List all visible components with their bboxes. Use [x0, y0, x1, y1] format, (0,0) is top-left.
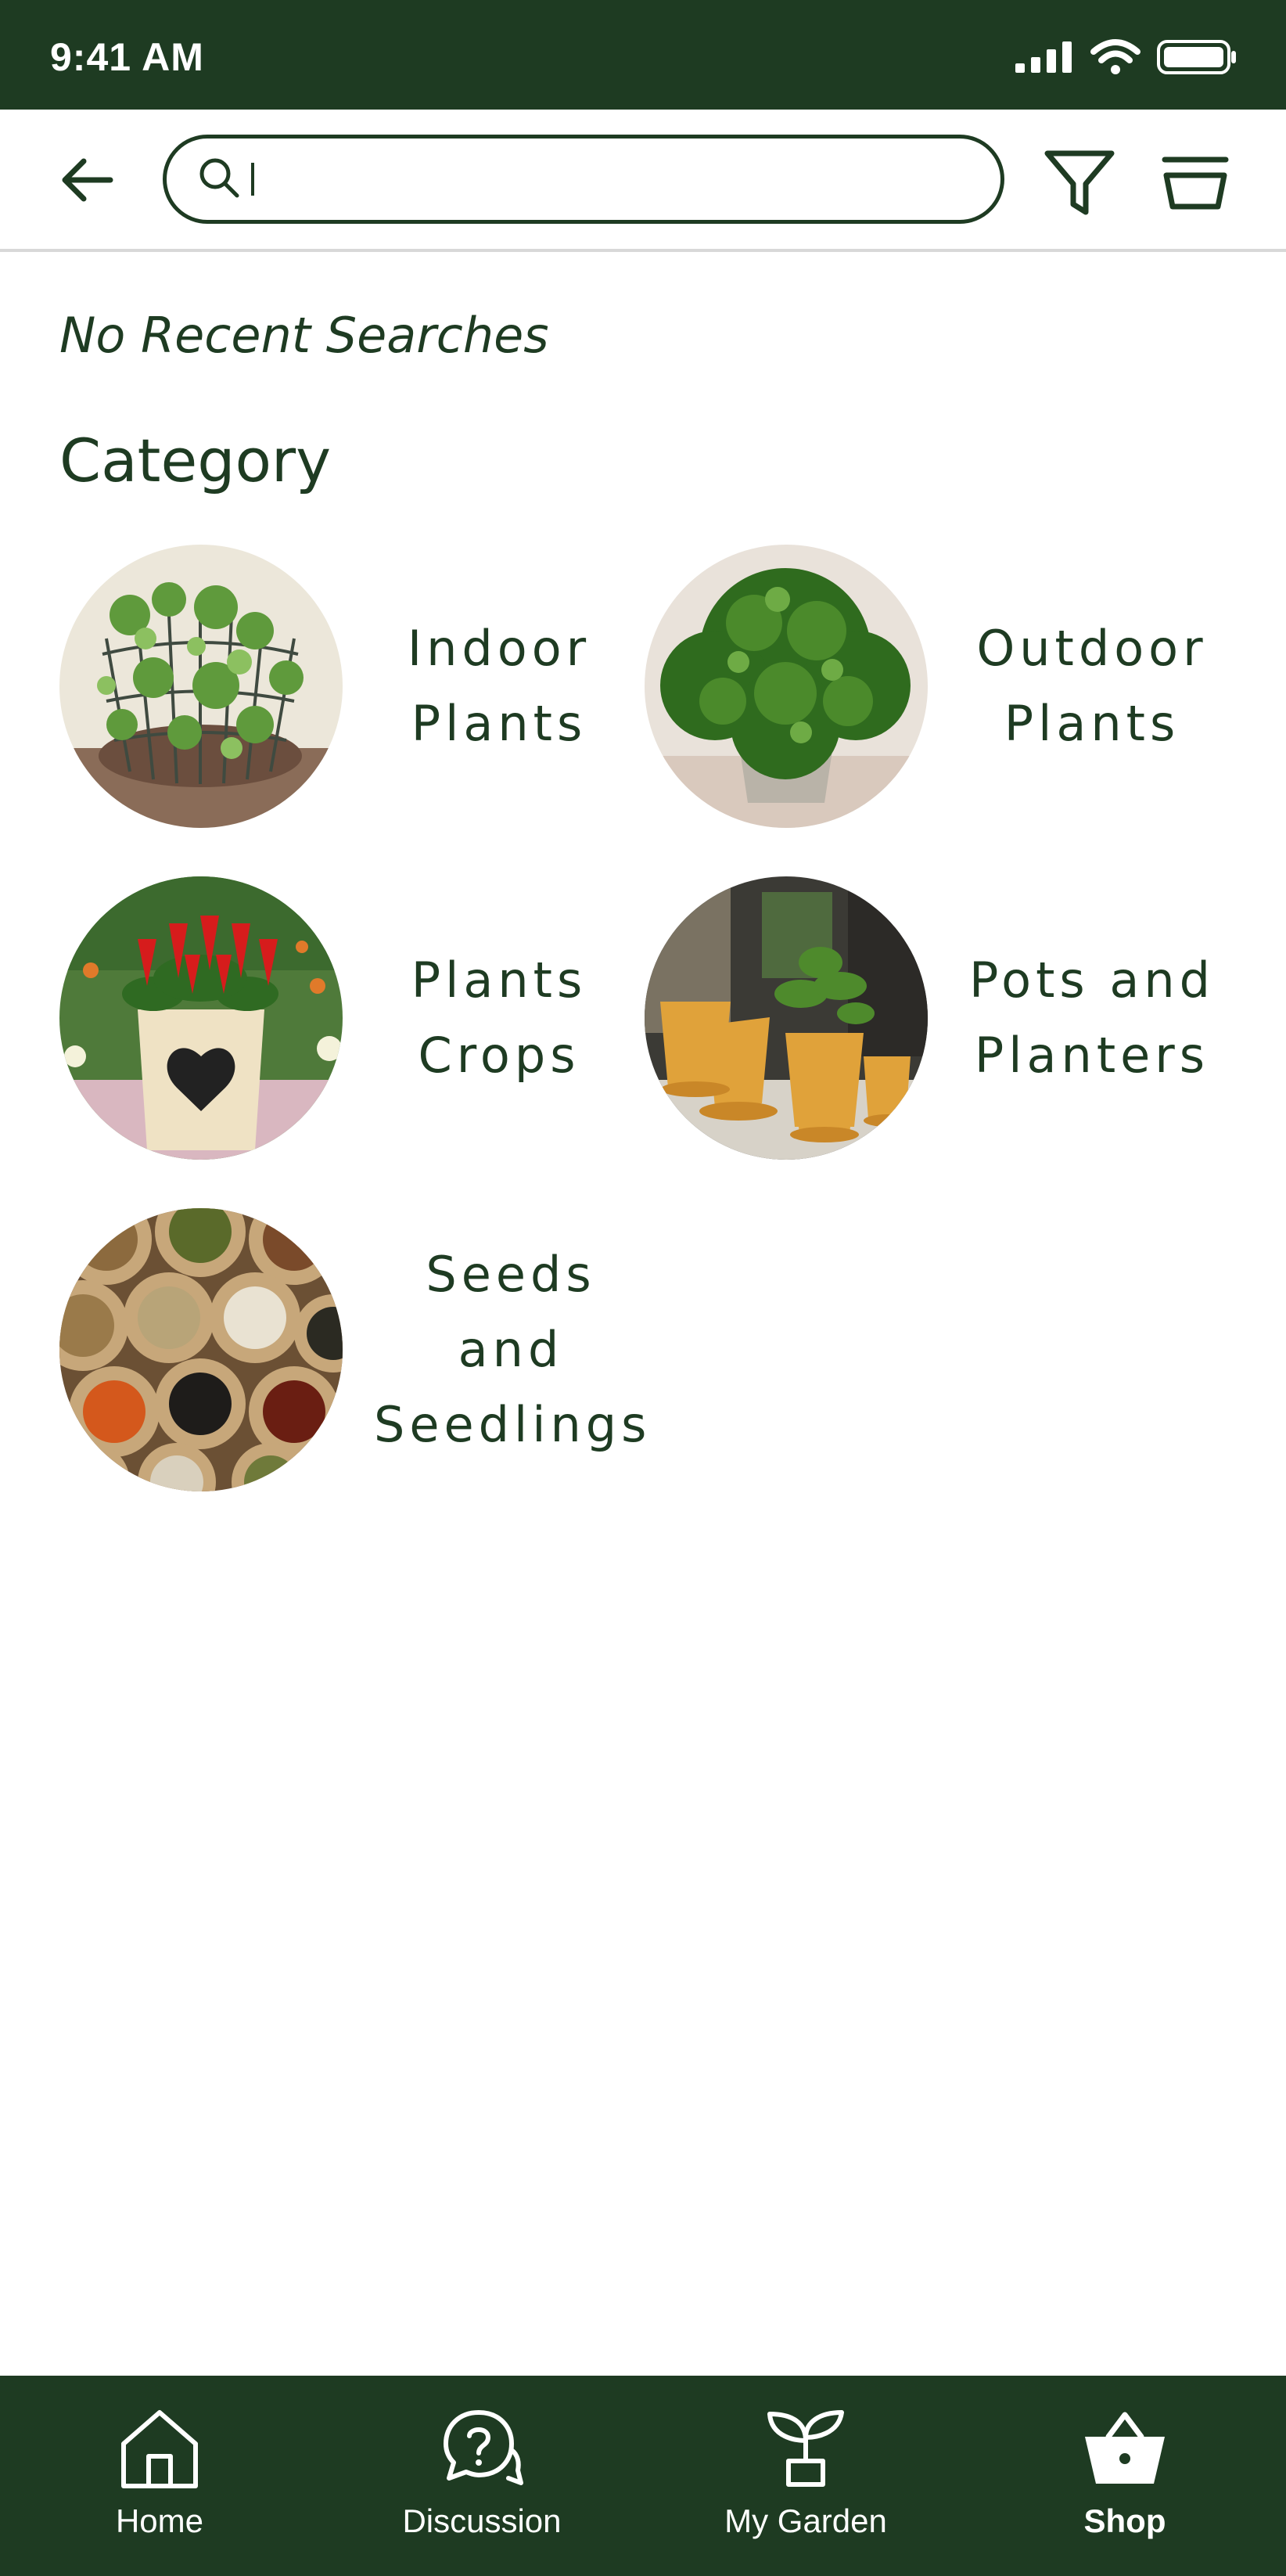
signal-icon [1015, 41, 1075, 77]
no-recent-searches: No Recent Searches [59, 307, 549, 364]
category-label: Pots and Planters [968, 952, 1216, 1084]
category-plants-crops[interactable]: Plants Crops [59, 876, 601, 1160]
search-header [0, 110, 1286, 252]
nav-label-active: Shop [1083, 2502, 1166, 2539]
category-heading: Category [59, 426, 332, 495]
category-indoor-plants[interactable]: Indoor Plants [59, 545, 601, 828]
search-bar[interactable] [163, 135, 1004, 224]
nav-item-home[interactable]: Home [42, 2404, 277, 2540]
basket-icon [1162, 155, 1229, 215]
shop-basket-icon [1082, 2404, 1168, 2495]
home-icon [119, 2404, 200, 2495]
category-label: Outdoor Plants [976, 620, 1208, 752]
indoor-plants-image [59, 545, 343, 828]
search-screen: 9:41 AM No Recent Searches Category Indo… [0, 0, 1286, 2576]
search-input[interactable] [270, 158, 974, 200]
filter-button[interactable] [1040, 146, 1119, 224]
outdoor-plants-image [645, 545, 928, 828]
category-seeds-and-seedlings[interactable]: Seeds and Seedlings [59, 1208, 648, 1491]
battery-icon [1156, 39, 1238, 79]
status-bar: 9:41 AM [0, 0, 1286, 110]
discussion-icon [440, 2404, 524, 2495]
category-pots-and-planters[interactable]: Pots and Planters [645, 876, 1225, 1160]
back-button[interactable] [55, 150, 117, 213]
search-icon [198, 157, 240, 203]
plants-crops-image [59, 876, 343, 1160]
category-label: Indoor Plants [407, 620, 591, 752]
arrow-left-icon [59, 157, 113, 207]
category-outdoor-plants[interactable]: Outdoor Plants [645, 545, 1217, 828]
pots-and-planters-image [645, 876, 928, 1160]
category-label: Plants Crops [411, 952, 587, 1084]
basket-button[interactable] [1156, 146, 1234, 224]
nav-item-discussion[interactable]: Discussion [365, 2404, 599, 2540]
filter-icon [1044, 149, 1115, 221]
nav-item-shop[interactable]: Shop [1008, 2404, 1242, 2540]
status-icons [1015, 39, 1238, 79]
nav-item-my-garden[interactable]: My Garden [688, 2404, 923, 2540]
nav-label: Home [115, 2502, 204, 2539]
category-label: Seeds and Seedlings [374, 1246, 652, 1453]
plant-icon [765, 2404, 846, 2495]
nav-label: Discussion [402, 2502, 562, 2539]
bottom-nav: Home Discussion My Garden Shop [0, 2376, 1286, 2576]
nav-label: My Garden [724, 2502, 887, 2539]
seeds-and-seedlings-image [59, 1208, 343, 1491]
wifi-icon [1090, 39, 1141, 79]
text-cursor [251, 163, 254, 196]
status-time: 9:41 AM [50, 35, 204, 79]
